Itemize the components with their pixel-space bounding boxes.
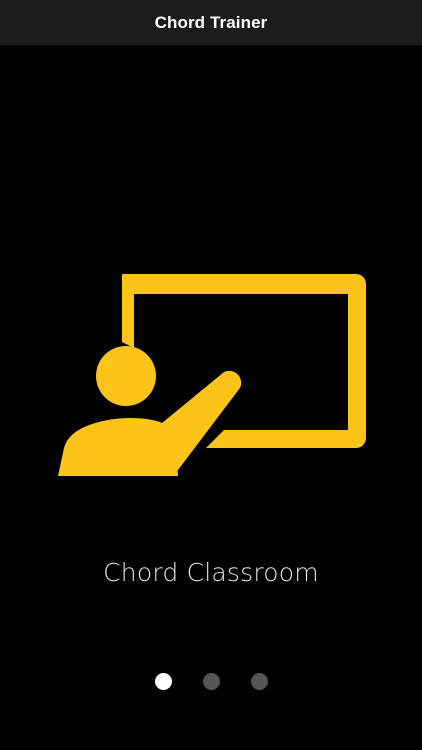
page-indicator[interactable] — [0, 672, 422, 690]
teacher-at-whiteboard-icon — [56, 270, 368, 480]
navigation-bar: Chord Trainer — [0, 0, 422, 45]
page-dot-1[interactable] — [154, 672, 172, 690]
teacher-body — [58, 418, 178, 476]
slide-caption: Chord Classroom — [103, 558, 319, 587]
app-title: Chord Trainer — [154, 12, 268, 32]
page-dot-3[interactable] — [250, 672, 268, 690]
teacher-head — [96, 346, 156, 406]
page-dot-2[interactable] — [202, 672, 220, 690]
